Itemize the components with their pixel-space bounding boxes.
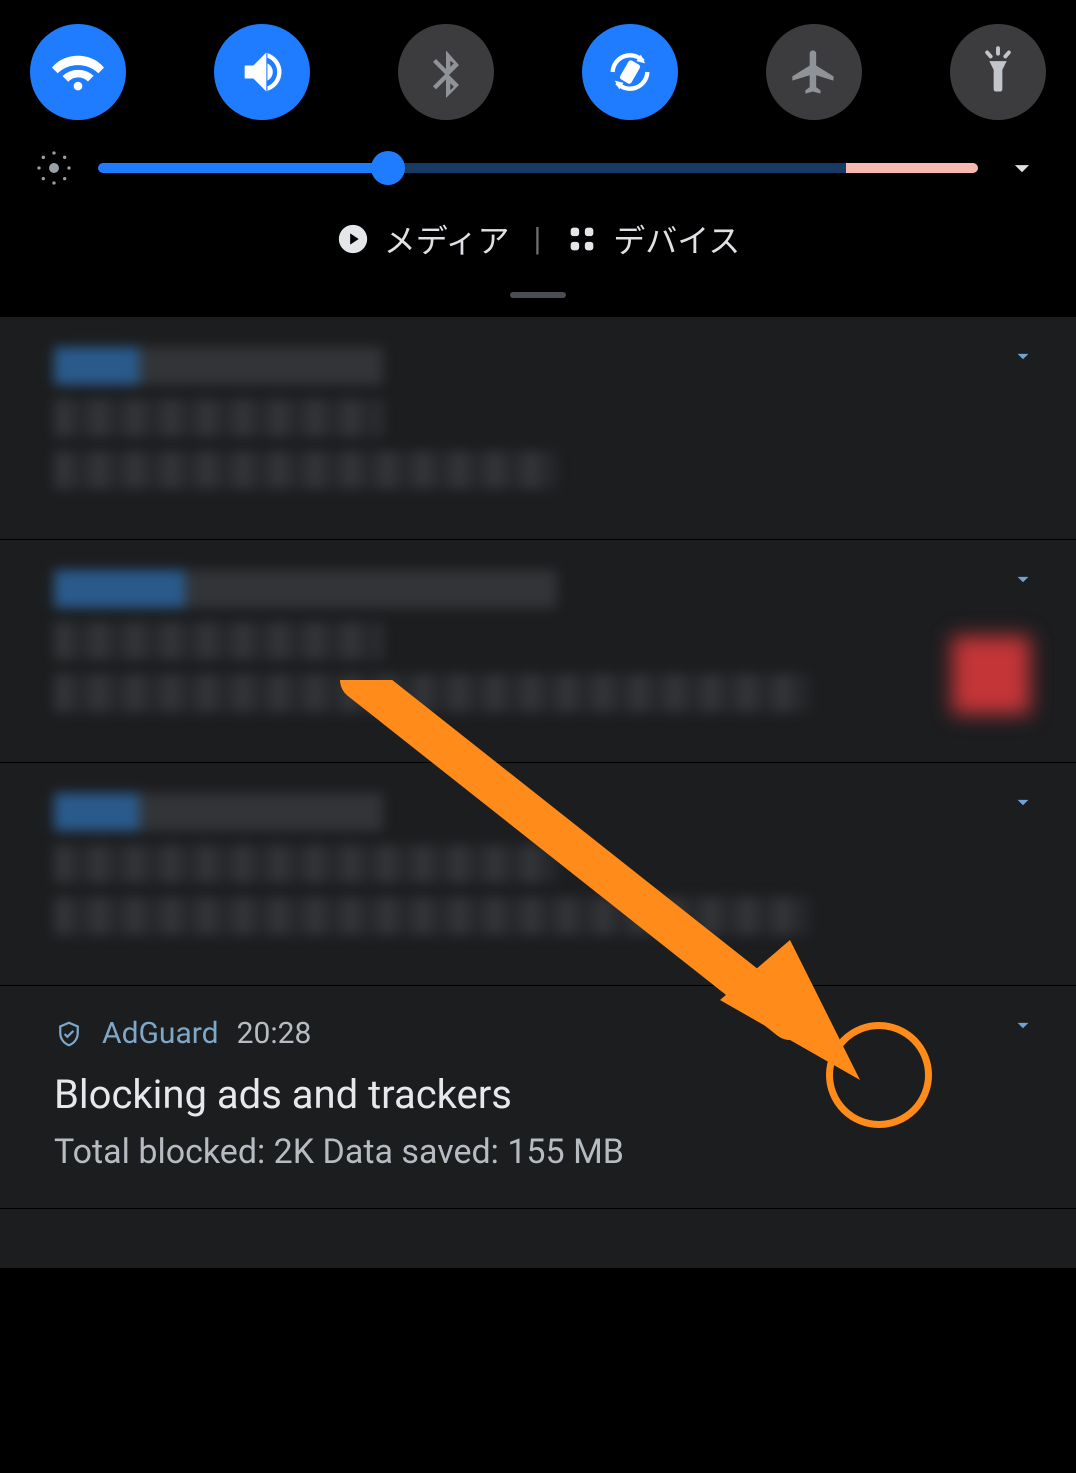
devices-label: デバイス: [613, 216, 740, 262]
flashlight-icon: [972, 46, 1024, 98]
brightness-icon: [34, 148, 74, 188]
devices-icon: [565, 222, 599, 256]
redacted-text: [54, 897, 809, 935]
chevron-down-icon: [1005, 151, 1039, 185]
chevron-down-icon: [1010, 343, 1036, 369]
notification-item[interactable]: [0, 316, 1076, 539]
notification-title: Blocking ads and trackers: [54, 1071, 1022, 1118]
notification-item[interactable]: [0, 762, 1076, 985]
redacted-text: [54, 622, 383, 660]
notification-app-name: AdGuard: [102, 1016, 219, 1051]
devices-button[interactable]: デバイス: [565, 216, 740, 262]
media-button[interactable]: メディア: [336, 216, 510, 262]
redacted-text: [54, 674, 809, 712]
sound-icon: [236, 46, 288, 98]
flashlight-toggle[interactable]: [950, 24, 1046, 120]
rotate-icon: [604, 46, 656, 98]
airplane-icon: [788, 46, 840, 98]
play-circle-icon: [336, 222, 370, 256]
notification-time: 20:28: [237, 1016, 312, 1051]
notification-adguard[interactable]: AdGuard 20:28 Blocking ads and trackers …: [0, 985, 1076, 1208]
brightness-slider[interactable]: [98, 163, 978, 173]
bluetooth-icon: [420, 46, 472, 98]
media-label: メディア: [384, 216, 510, 262]
redacted-text: [54, 570, 557, 608]
notification-expand[interactable]: [1010, 343, 1036, 373]
wifi-toggle[interactable]: [30, 24, 126, 120]
notification-header: AdGuard 20:28: [54, 1016, 1022, 1051]
redacted-text: [54, 399, 383, 437]
sound-toggle[interactable]: [214, 24, 310, 120]
notification-item[interactable]: [0, 1208, 1076, 1268]
separator: |: [533, 220, 541, 258]
notification-expand[interactable]: [1010, 566, 1036, 596]
panel-drag-handle[interactable]: [510, 292, 566, 298]
redacted-text: [54, 347, 383, 385]
redacted-text: [54, 845, 557, 883]
auto-rotate-toggle[interactable]: [582, 24, 678, 120]
chevron-down-icon: [1010, 1012, 1036, 1038]
redacted-text: [54, 793, 383, 831]
notification-badge: [952, 636, 1030, 714]
brightness-thumb[interactable]: [371, 151, 405, 185]
chevron-down-icon: [1010, 566, 1036, 592]
notification-item[interactable]: [0, 539, 1076, 762]
shield-icon: [54, 1019, 84, 1049]
wifi-icon: [52, 46, 104, 98]
notification-expand[interactable]: [1010, 1012, 1036, 1042]
chevron-down-icon: [1010, 789, 1036, 815]
notification-expand[interactable]: [1010, 789, 1036, 819]
brightness-row: [0, 130, 1076, 216]
airplane-toggle[interactable]: [766, 24, 862, 120]
redacted-text: [54, 451, 557, 489]
quick-settings-row: [0, 0, 1076, 130]
media-devices-row: メディア | デバイス: [0, 216, 1076, 292]
brightness-expand[interactable]: [1002, 148, 1042, 188]
bluetooth-toggle[interactable]: [398, 24, 494, 120]
notification-subtitle: Total blocked: 2K Data saved: 155 MB: [54, 1132, 1022, 1172]
